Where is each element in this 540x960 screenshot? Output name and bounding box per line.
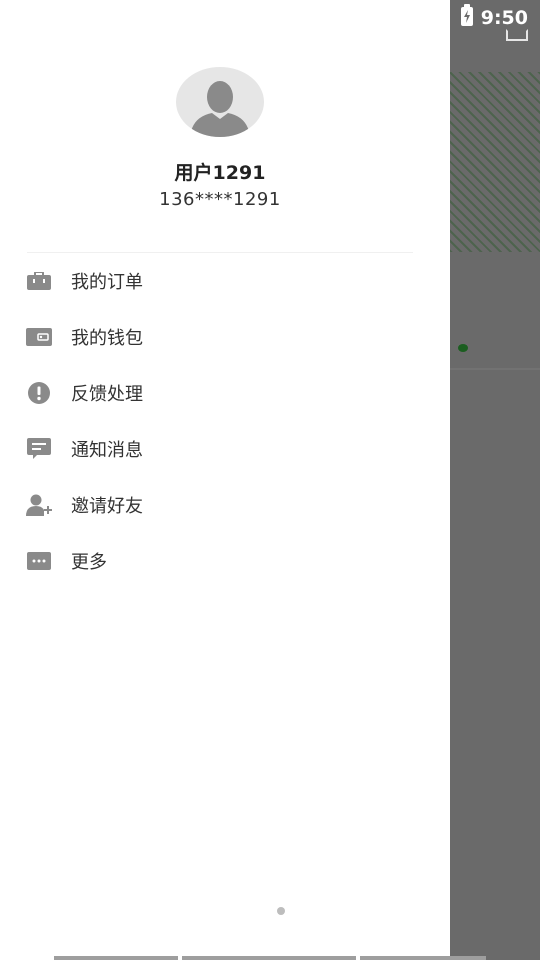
bottom-bar-segment xyxy=(360,956,486,960)
add-user-icon xyxy=(26,494,52,516)
navigation-drawer: 用户1291 136****1291 我的订单 我的钱包 反馈处理 通知消息 邀… xyxy=(0,0,450,960)
page-indicator-dot xyxy=(277,907,285,915)
scan-icon[interactable] xyxy=(506,29,528,41)
avatar[interactable] xyxy=(176,67,264,137)
battery-charging-icon xyxy=(461,4,473,26)
menu-item-label: 通知消息 xyxy=(71,440,143,461)
more-icon xyxy=(26,550,52,572)
menu-item-wallet[interactable]: 我的钱包 xyxy=(0,309,450,365)
map-marker-icon xyxy=(458,344,468,352)
menu-item-orders[interactable]: 我的订单 xyxy=(0,253,450,309)
message-icon xyxy=(26,438,52,460)
menu-item-label: 邀请好友 xyxy=(71,496,143,517)
menu-item-feedback[interactable]: 反馈处理 xyxy=(0,365,450,421)
menu-item-more[interactable]: 更多 xyxy=(0,533,450,589)
menu-item-label: 更多 xyxy=(71,552,107,573)
status-time: 9:50 xyxy=(480,7,528,29)
map-hatched-area xyxy=(450,72,540,252)
map-overlay[interactable] xyxy=(450,0,540,960)
menu-item-label: 我的订单 xyxy=(71,272,143,293)
drawer-menu: 我的订单 我的钱包 反馈处理 通知消息 邀请好友 更多 xyxy=(0,253,450,589)
user-phone: 136****1291 xyxy=(159,189,281,210)
wallet-icon xyxy=(26,326,52,348)
menu-item-label: 我的钱包 xyxy=(71,328,143,349)
bottom-bar-segment xyxy=(182,956,356,960)
map-road xyxy=(450,368,540,370)
menu-item-label: 反馈处理 xyxy=(71,384,143,405)
menu-item-notifications[interactable]: 通知消息 xyxy=(0,421,450,477)
alert-circle-icon xyxy=(26,382,52,404)
briefcase-icon xyxy=(26,270,52,292)
menu-item-invite[interactable]: 邀请好友 xyxy=(0,477,450,533)
user-name: 用户1291 xyxy=(174,162,266,184)
bottom-bar-segment xyxy=(54,956,178,960)
